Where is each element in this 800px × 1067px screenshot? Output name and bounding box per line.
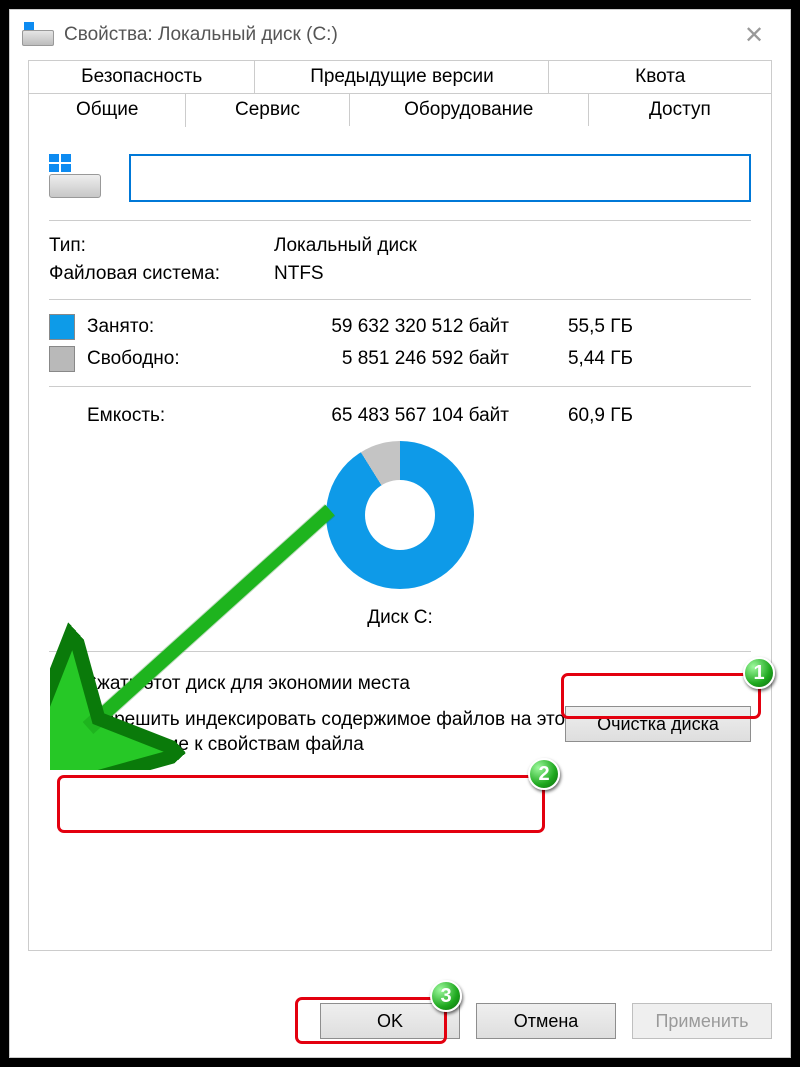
separator bbox=[49, 651, 751, 652]
capacity-label: Емкость: bbox=[87, 405, 267, 427]
cancel-button[interactable]: Отмена bbox=[476, 1003, 616, 1039]
capacity-bytes: 65 483 567 104 байт bbox=[275, 405, 515, 427]
used-label: Занято: bbox=[87, 316, 267, 338]
annotation-badge-1: 1 bbox=[743, 657, 775, 689]
annotation-badge-3: 3 bbox=[430, 980, 462, 1012]
tab-previous-versions[interactable]: Предыдущие версии bbox=[255, 60, 549, 93]
free-label: Свободно: bbox=[87, 348, 267, 370]
compress-label: Сжать этот диск для экономии места bbox=[83, 672, 410, 696]
filesystem-label: Файловая система: bbox=[49, 263, 274, 285]
tab-security[interactable]: Безопасность bbox=[29, 60, 255, 93]
separator bbox=[49, 220, 751, 221]
drive-icon-large bbox=[49, 158, 101, 198]
window-title: Свойства: Локальный диск (C:) bbox=[64, 24, 338, 46]
free-bytes: 5 851 246 592 байт bbox=[275, 348, 515, 370]
tab-quota[interactable]: Квота bbox=[549, 60, 772, 93]
donut-label: Диск C: bbox=[367, 607, 433, 629]
tab-hardware[interactable]: Оборудование bbox=[350, 93, 589, 126]
apply-button: Применить bbox=[632, 1003, 772, 1039]
tab-tools[interactable]: Сервис bbox=[186, 93, 349, 126]
annotation-highlight-3 bbox=[295, 997, 447, 1044]
close-button[interactable]: ✕ bbox=[730, 11, 778, 59]
type-value: Локальный диск bbox=[274, 235, 751, 257]
drive-icon bbox=[22, 24, 54, 46]
tabs-row-bottom: Общие Сервис Оборудование Доступ bbox=[28, 93, 772, 126]
used-swatch-icon bbox=[49, 314, 75, 340]
separator bbox=[49, 299, 751, 300]
tab-general[interactable]: Общие bbox=[29, 93, 186, 127]
tabs-row-top: Безопасность Предыдущие версии Квота bbox=[28, 60, 772, 93]
disk-usage-donut bbox=[326, 441, 474, 589]
free-swatch-icon bbox=[49, 346, 75, 372]
free-gb: 5,44 ГБ bbox=[523, 348, 643, 370]
used-bytes: 59 632 320 512 байт bbox=[275, 316, 515, 338]
properties-dialog: Свойства: Локальный диск (C:) ✕ Безопасн… bbox=[9, 9, 791, 1058]
drive-name-input[interactable] bbox=[129, 154, 751, 202]
tab-sharing[interactable]: Доступ bbox=[589, 93, 772, 126]
titlebar: Свойства: Локальный диск (C:) ✕ bbox=[10, 10, 790, 60]
used-gb: 55,5 ГБ bbox=[523, 316, 643, 338]
annotation-badge-2: 2 bbox=[528, 758, 560, 790]
compress-checkbox[interactable] bbox=[53, 674, 75, 696]
type-label: Тип: bbox=[49, 235, 274, 257]
capacity-gb: 60,9 ГБ bbox=[523, 405, 643, 427]
annotation-highlight-1 bbox=[561, 673, 761, 719]
index-checkbox[interactable] bbox=[53, 710, 75, 732]
annotation-highlight-2 bbox=[57, 775, 545, 833]
separator bbox=[49, 386, 751, 387]
filesystem-value: NTFS bbox=[274, 263, 751, 285]
